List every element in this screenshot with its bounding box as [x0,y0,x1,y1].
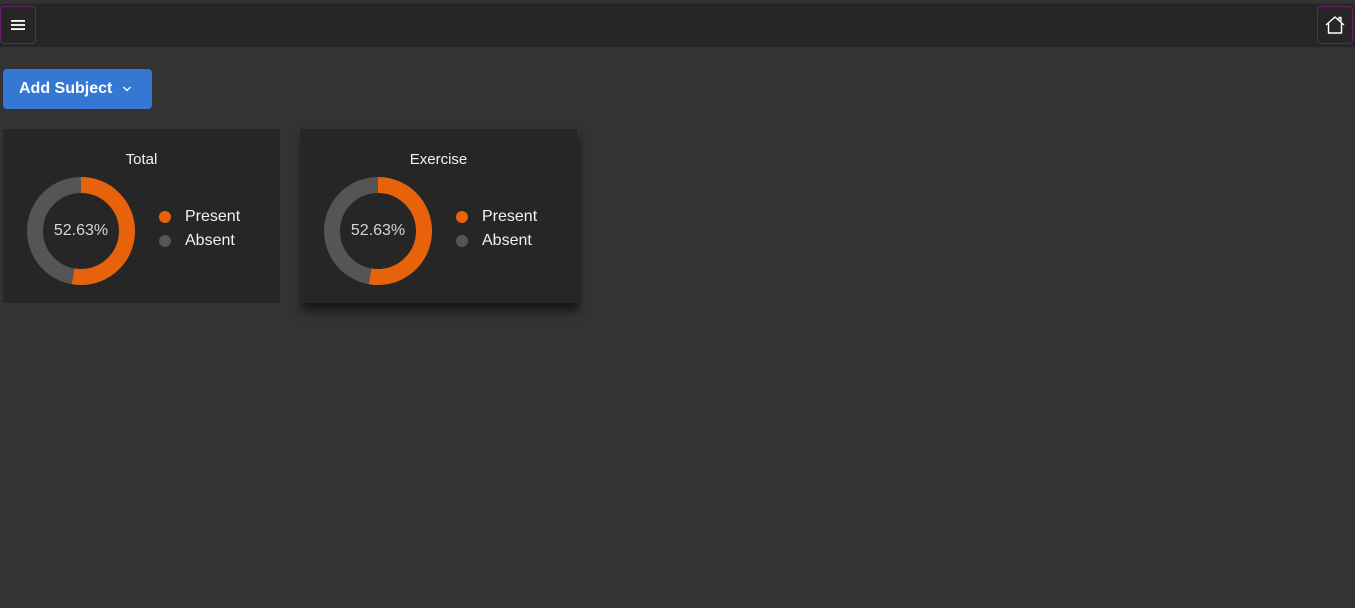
percent-label: 52.63% [53,222,109,239]
absent-color-dot [159,235,171,247]
home-button[interactable] [1317,6,1353,44]
legend-item-absent[interactable]: Absent [456,229,537,253]
attendance-card-total: Total 52.63% Present Absent [3,129,280,303]
attendance-card-exercise: Exercise 52.63% Present Absent [300,129,577,303]
absent-color-dot [456,235,468,247]
top-bar [0,3,1355,47]
present-color-dot [456,211,468,223]
legend-label: Absent [185,232,235,249]
chevron-down-icon [122,86,132,92]
card-title: Total [125,151,158,168]
legend-item-present[interactable]: Present [456,205,537,229]
present-color-dot [159,211,171,223]
chart-legend: Present Absent [159,205,240,253]
legend-label: Present [482,208,538,225]
legend-label: Absent [482,232,532,249]
chart-legend: Present Absent [456,205,537,253]
add-subject-label: Add Subject [19,80,113,97]
legend-label: Present [185,208,241,225]
hamburger-menu-icon [11,20,25,30]
menu-button[interactable] [0,6,36,44]
percent-label: 52.63% [350,222,406,239]
home-icon [1325,16,1345,34]
add-subject-button[interactable]: Add Subject [3,69,152,109]
legend-item-present[interactable]: Present [159,205,240,229]
legend-item-absent[interactable]: Absent [159,229,240,253]
card-title: Exercise [409,151,468,168]
